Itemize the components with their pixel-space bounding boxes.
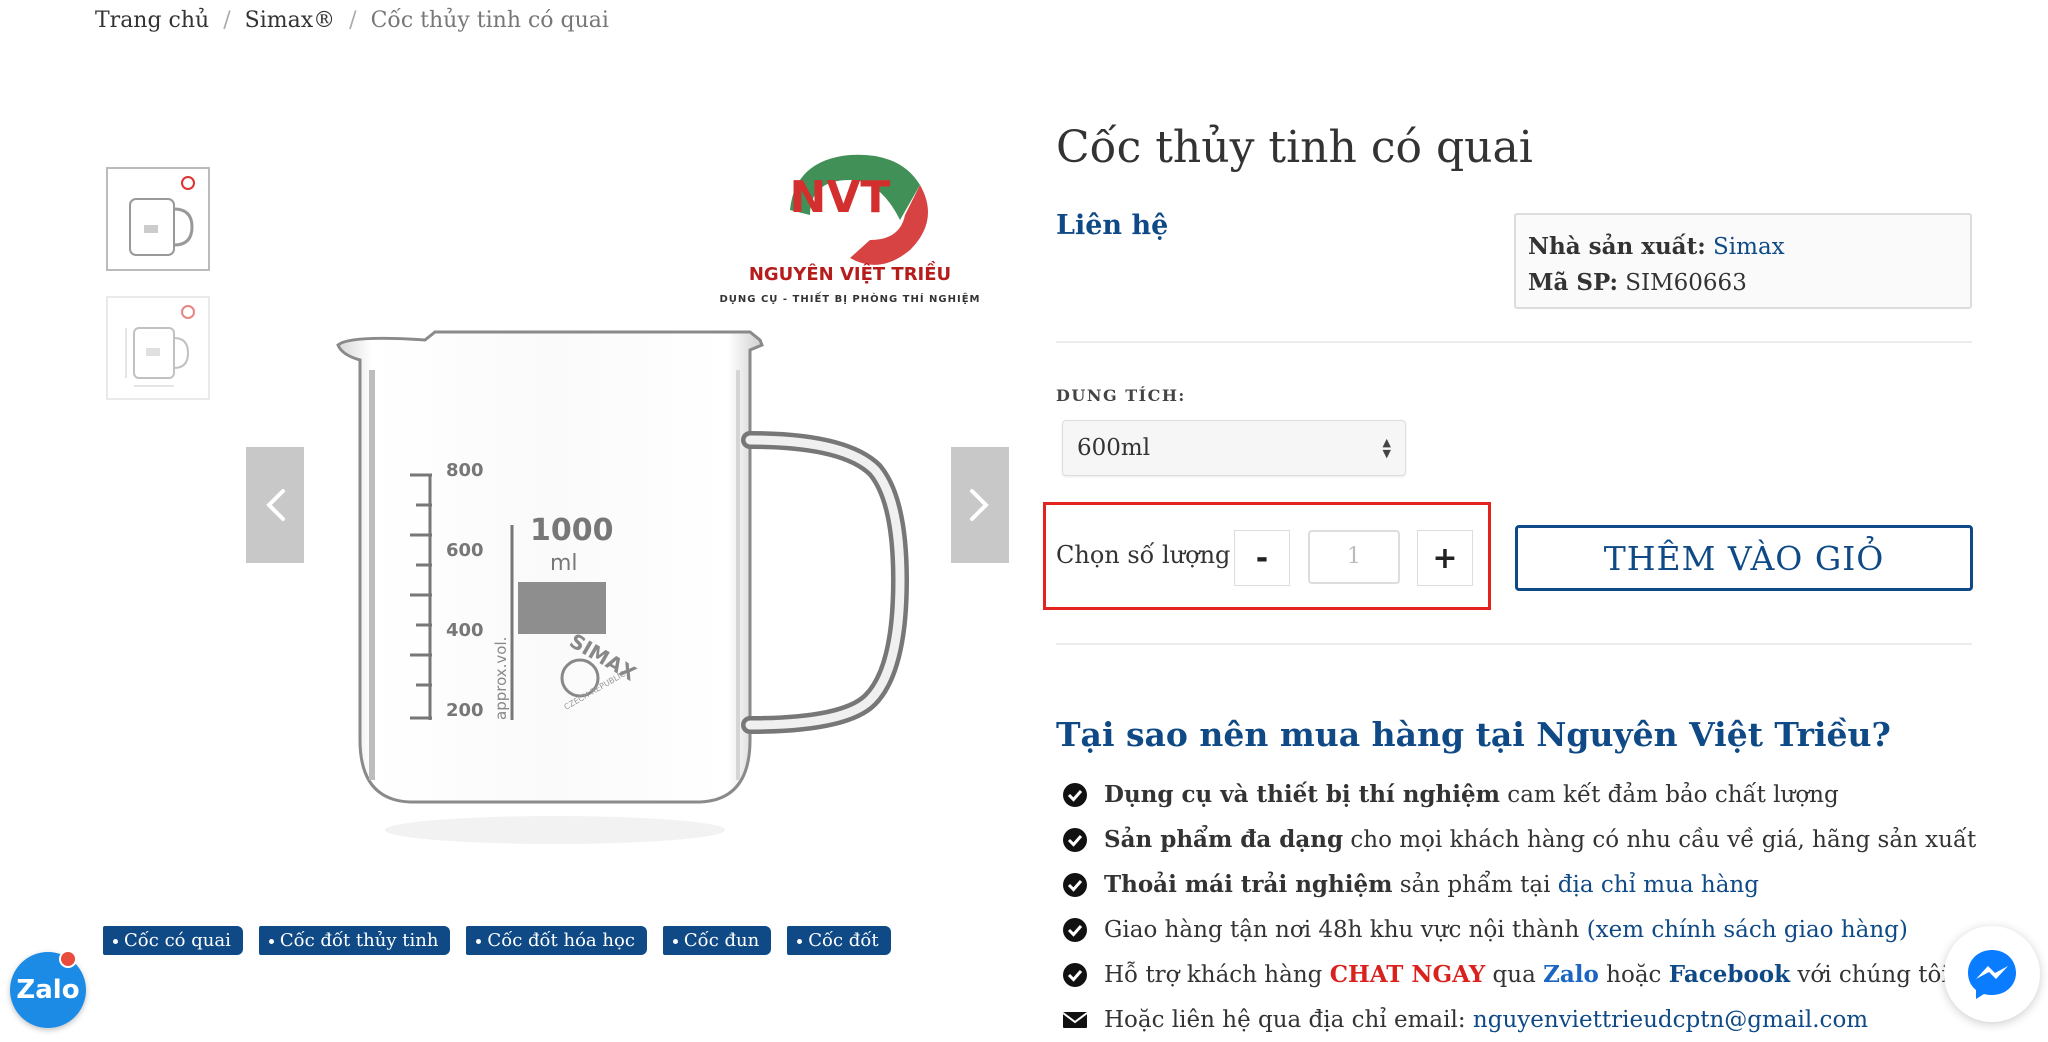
benefit-item: Hoặc liên hệ qua địa chỉ email: nguyenvi… [1062, 997, 1976, 1042]
main-product-image[interactable]: NVT NGUYÊN VIỆT TRIỀU DỤNG CỤ - THIẾT BỊ… [250, 140, 1010, 880]
zalo-link[interactable]: Zalo [1543, 961, 1599, 988]
thumbnail-1[interactable] [106, 167, 210, 271]
beaker-side-text: approx.vol. [492, 637, 510, 720]
benefit-text: Giao hàng tận nơi 48h khu vực nội thành [1104, 916, 1587, 943]
variant-label: DUNG TÍCH: [1056, 386, 1186, 405]
product-info-box: Nhà sản xuất: Simax Mã SP: SIM60663 [1514, 213, 1972, 309]
add-to-cart-button[interactable]: THÊM VÀO GIỎ [1515, 525, 1973, 591]
benefit-item: Giao hàng tận nơi 48h khu vực nội thành … [1062, 907, 1976, 952]
tag-link[interactable]: Cốc đun [662, 926, 772, 955]
beaker-mark-400: 400 [446, 620, 484, 641]
check-circle-icon [1063, 782, 1087, 807]
benefit-text: sản phẩm tại [1392, 872, 1558, 898]
next-image-button[interactable] [951, 447, 1009, 563]
benefit-item: Hỗ trợ khách hàng CHAT NGAY qua Zalo hoặ… [1062, 952, 1976, 997]
chat-now-text: CHAT NGAY [1329, 961, 1486, 988]
facebook-link[interactable]: Facebook [1669, 961, 1790, 988]
messenger-chat-button[interactable] [1944, 926, 2040, 1022]
beaker-diagram-thumbnail-image [125, 305, 195, 387]
breadcrumb-current: Cốc thủy tinh có quai [370, 8, 609, 33]
tag-link[interactable]: Cốc có quai [103, 926, 243, 955]
check-circle-icon [1063, 917, 1087, 942]
check-circle-icon [1063, 962, 1087, 987]
sku-value: SIM60663 [1625, 270, 1747, 296]
messenger-icon [1968, 950, 2016, 999]
logo-initials: NVT [790, 172, 891, 223]
benefit-bold: Sản phẩm đa dạng [1104, 826, 1344, 853]
previous-image-button[interactable] [246, 447, 304, 563]
quantity-increase-button[interactable]: + [1417, 530, 1473, 586]
beaker-mark-600: 600 [446, 540, 484, 561]
product-price: Liên hệ [1056, 210, 1169, 241]
benefit-item: Dụng cụ và thiết bị thí nghiệm cam kết đ… [1062, 772, 1976, 817]
benefits-list: Dụng cụ và thiết bị thí nghiệm cam kết đ… [1062, 772, 1976, 1042]
benefit-text: Hoặc liên hệ qua địa chỉ email: [1104, 1006, 1473, 1033]
company-logo: NVT NGUYÊN VIỆT TRIỀU DỤNG CỤ - THIẾT BỊ… [719, 154, 980, 305]
breadcrumb-category[interactable]: Simax® [245, 8, 336, 33]
quantity-decrease-button[interactable]: - [1234, 530, 1290, 586]
beaker-volume: 1000 [530, 513, 614, 548]
notification-dot [59, 950, 77, 968]
manufacturer-link[interactable]: Simax [1713, 234, 1785, 260]
thumbnail-2[interactable] [106, 296, 210, 400]
breadcrumb: Trang chủ / Simax® / Cốc thủy tinh có quai [95, 8, 609, 33]
logo-tagline: DỤNG CỤ - THIẾT BỊ PHÒNG THÍ NGHIỆM [719, 290, 980, 305]
breadcrumb-separator: / [349, 8, 357, 33]
select-arrows-icon: ▲ ▼ [1382, 436, 1391, 460]
benefit-text: Hỗ trợ khách hàng [1104, 962, 1330, 988]
manufacturer-label: Nhà sản xuất: [1528, 233, 1706, 260]
chevron-left-icon [266, 489, 285, 521]
why-buy-heading: Tại sao nên mua hàng tại Nguyên Việt Tri… [1056, 715, 1891, 754]
product-tags: Cốc có quai Cốc đốt thủy tinh Cốc đốt hó… [103, 926, 891, 955]
breadcrumb-home[interactable]: Trang chủ [95, 8, 209, 33]
tag-link[interactable]: Cốc đốt thủy tinh [258, 926, 451, 955]
capacity-selected-value: 600ml [1077, 435, 1151, 461]
beaker-mark-800: 800 [446, 460, 484, 481]
sku-label: Mã SP: [1528, 269, 1618, 296]
check-circle-icon [1063, 872, 1087, 897]
tag-link[interactable]: Cốc đốt hóa học [466, 926, 647, 955]
breadcrumb-separator: / [223, 8, 231, 33]
benefit-item: Thoải mái trải nghiệm sản phẩm tại địa c… [1062, 862, 1976, 907]
benefit-text: hoặc [1598, 962, 1669, 988]
quantity-label: Chọn số lượng [1056, 541, 1231, 569]
product-title: Cốc thủy tinh có quai [1056, 122, 1533, 173]
benefit-text: cam kết đảm bảo chất lượng [1500, 782, 1839, 808]
shipping-policy-link[interactable]: (xem chính sách giao hàng) [1587, 917, 1908, 943]
divider [1056, 341, 1972, 343]
benefit-text: cho mọi khách hàng có nhu cầu về giá, hã… [1343, 827, 1977, 853]
beaker-unit: ml [550, 551, 578, 576]
beaker-illustration: 800 600 400 200 1000 ml approx.vol. SIMA… [336, 330, 910, 844]
benefit-text: qua [1485, 962, 1544, 988]
check-circle-icon [1063, 827, 1087, 852]
benefit-bold: Thoải mái trải nghiệm [1104, 871, 1393, 898]
sku-row: Mã SP: SIM60663 [1528, 265, 1958, 301]
quantity-input[interactable]: 1 [1308, 530, 1400, 584]
logo-name: NGUYÊN VIỆT TRIỀU [749, 261, 951, 285]
benefit-bold: Dụng cụ và thiết bị thí nghiệm [1104, 781, 1500, 808]
chevron-right-icon [970, 489, 989, 521]
tag-link[interactable]: Cốc đốt [787, 926, 891, 955]
capacity-select[interactable]: 600ml ▲ ▼ [1062, 420, 1406, 476]
benefit-item: Sản phẩm đa dạng cho mọi khách hàng có n… [1062, 817, 1976, 862]
email-link[interactable]: nguyenviettrieudcptn@gmail.com [1473, 1007, 1868, 1033]
envelope-icon [1062, 1011, 1088, 1028]
divider [1056, 643, 1972, 645]
beaker-mark-200: 200 [446, 700, 484, 721]
manufacturer-row: Nhà sản xuất: Simax [1528, 229, 1958, 265]
beaker-thumbnail-image [129, 176, 195, 256]
store-address-link[interactable]: địa chỉ mua hàng [1558, 872, 1759, 898]
